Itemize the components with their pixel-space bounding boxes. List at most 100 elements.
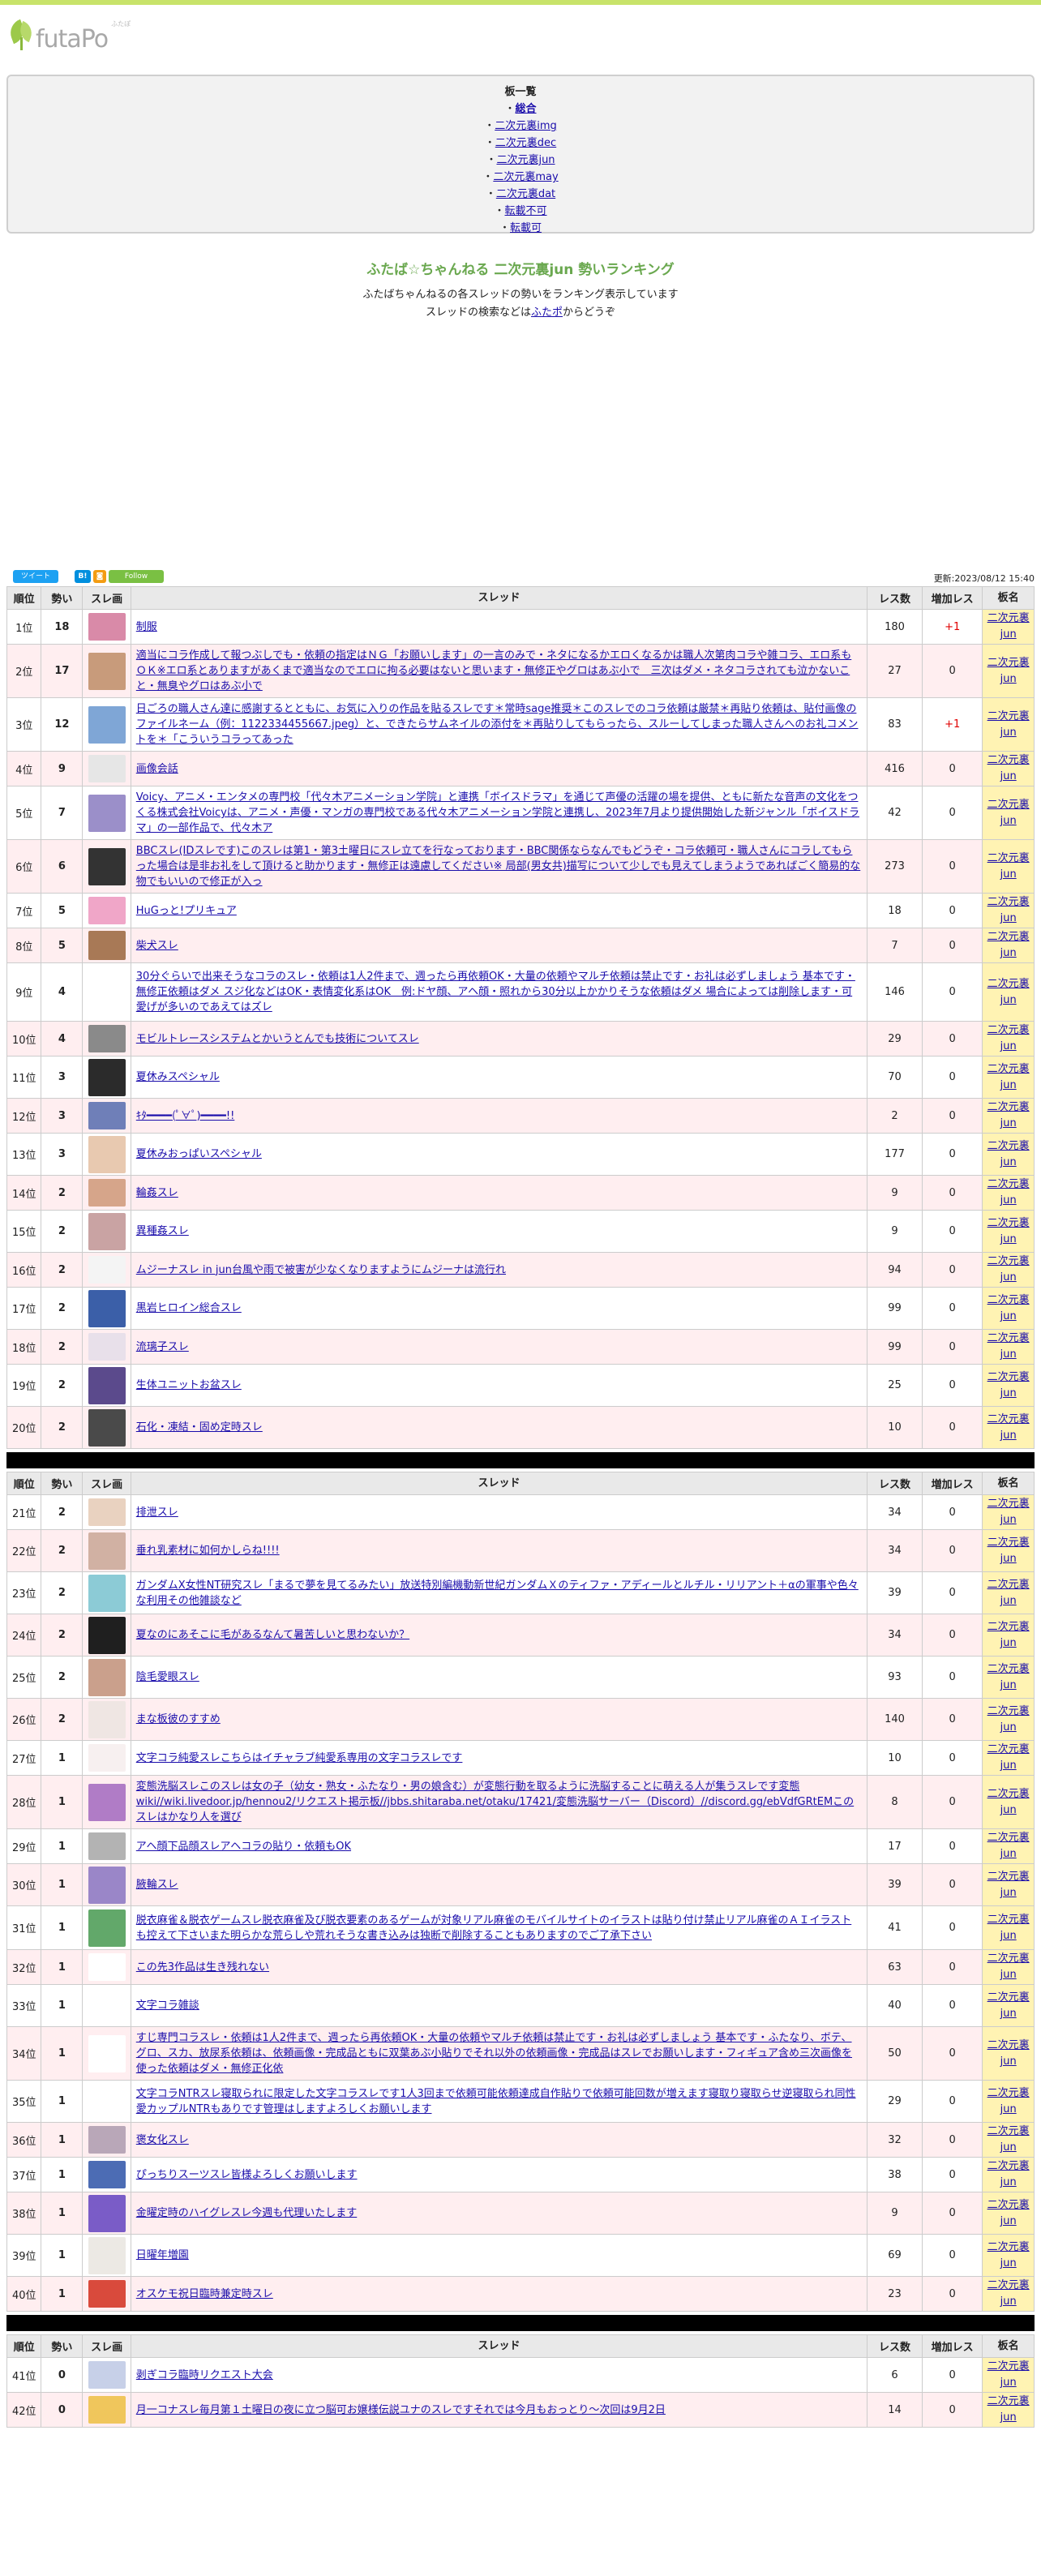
thread-thumbnail[interactable] xyxy=(88,2280,126,2308)
board-name-link[interactable]: 二次元裏jun xyxy=(987,1332,1030,1361)
thread-thumbnail[interactable] xyxy=(88,652,126,690)
board-name-link[interactable]: 二次元裏jun xyxy=(987,799,1030,827)
thread-thumbnail[interactable] xyxy=(88,613,126,641)
thread-link[interactable]: 月一コナスレ毎月第１土曜日の夜に立つ脳可お嬢様伝説ユナのスレですそれでは今月もお… xyxy=(136,2404,666,2416)
thread-link[interactable]: 腋輪スレ xyxy=(136,1879,178,1891)
thread-thumbnail[interactable] xyxy=(88,897,126,924)
thread-link[interactable]: この先3作品は生き残れない xyxy=(136,1961,269,1974)
board-name-link[interactable]: 二次元裏jun xyxy=(987,978,1030,1006)
thread-thumbnail[interactable] xyxy=(88,973,126,1011)
thread-thumbnail[interactable] xyxy=(88,1909,126,1947)
board-link-sogo[interactable]: 総合 xyxy=(516,103,537,115)
thread-link[interactable]: オスケモ祝日臨時兼定時スレ xyxy=(136,2288,273,2300)
thread-thumbnail[interactable] xyxy=(88,1408,126,1447)
board-link-may[interactable]: 二次元裏may xyxy=(493,171,558,183)
thread-thumbnail[interactable] xyxy=(88,1102,126,1129)
board-name-link[interactable]: 二次元裏jun xyxy=(987,1621,1030,1649)
thread-thumbnail[interactable] xyxy=(88,1866,126,1904)
board-name-link[interactable]: 二次元裏jun xyxy=(987,931,1030,959)
thread-link[interactable]: 生体ユニットお盆スレ xyxy=(136,1379,242,1391)
thread-thumbnail[interactable] xyxy=(88,705,126,744)
board-name-link[interactable]: 二次元裏jun xyxy=(987,754,1030,782)
board-name-link[interactable]: 二次元裏jun xyxy=(987,1537,1030,1565)
thread-link[interactable]: モビルトレースシステムとかいうとんでも技術についてスレ xyxy=(136,1033,419,1045)
thread-thumbnail[interactable] xyxy=(88,2361,126,2389)
thread-link[interactable]: まな板彼のすすめ xyxy=(136,1713,221,1725)
thread-thumbnail[interactable] xyxy=(88,931,126,960)
thread-thumbnail[interactable] xyxy=(88,794,126,832)
thread-link[interactable]: 陰毛愛眼スレ xyxy=(136,1671,199,1683)
thread-thumbnail[interactable] xyxy=(88,1987,126,2025)
board-name-link[interactable]: 二次元裏jun xyxy=(987,2395,1030,2424)
thread-thumbnail[interactable] xyxy=(88,1616,126,1654)
thread-link[interactable]: ムジーナスレ in jun台風や雨で被害が少なくなりますようにムジーナは流行れ xyxy=(136,1264,506,1276)
board-name-link[interactable]: 二次元裏jun xyxy=(987,1991,1030,2020)
tweet-button[interactable]: ツイート xyxy=(13,570,58,583)
hatena-bookmark-button[interactable]: B! xyxy=(75,570,91,583)
thread-link[interactable]: ガンダムX女性NT研究スレ「まるで夢を見てるみたい」放送特別編機動新世紀ガンダム… xyxy=(136,1579,859,1607)
board-name-link[interactable]: 二次元裏jun xyxy=(987,1255,1030,1284)
futapo-link[interactable]: ふたポ xyxy=(531,306,563,319)
thread-thumbnail[interactable] xyxy=(88,2082,126,2120)
thread-thumbnail[interactable] xyxy=(88,1832,126,1860)
thread-thumbnail[interactable] xyxy=(88,1333,126,1361)
thread-thumbnail[interactable] xyxy=(88,2126,126,2154)
board-name-link[interactable]: 二次元裏jun xyxy=(987,2279,1030,2308)
thread-link[interactable]: 日曜年増園 xyxy=(136,2249,189,2261)
thread-thumbnail[interactable] xyxy=(88,1058,126,1096)
follow-button[interactable]: Follow xyxy=(109,570,164,583)
thread-link[interactable]: 石化・凍結・固め定時スレ xyxy=(136,1421,263,1434)
thread-thumbnail[interactable] xyxy=(88,755,126,782)
board-link-jun[interactable]: 二次元裏jun xyxy=(496,154,555,166)
thread-thumbnail[interactable] xyxy=(88,1953,126,1981)
thread-link[interactable]: 垂れ乳素材に如何かしらね!!!! xyxy=(136,1545,280,1557)
thread-link[interactable]: 異種姦スレ xyxy=(136,1225,189,1237)
thread-link[interactable]: BBCスレ(IDスレです)このスレは第1・第3土曜日にスレ立てを行なっております… xyxy=(136,845,860,888)
thread-thumbnail[interactable] xyxy=(88,1135,126,1173)
board-name-link[interactable]: 二次元裏jun xyxy=(987,1663,1030,1691)
thread-link[interactable]: ぴっちりスーツスレ皆様よろしくお願いします xyxy=(136,2169,358,2181)
thread-thumbnail[interactable] xyxy=(88,1256,126,1284)
board-name-link[interactable]: 二次元裏jun xyxy=(987,2199,1030,2227)
board-name-link[interactable]: 二次元裏jun xyxy=(987,612,1030,641)
board-name-link[interactable]: 二次元裏jun xyxy=(987,1063,1030,1091)
thread-link[interactable]: ｷﾀ━━━━(ﾟ∀ﾟ)━━━━!! xyxy=(136,1110,235,1122)
thread-link[interactable]: 夏休みおっぱいスペシャル xyxy=(136,1148,262,1160)
thread-thumbnail[interactable] xyxy=(88,2161,126,2188)
thread-link[interactable]: 文字コラNTRスレ寝取られに限定した文字コラスレです1人3回まで依頼可能依頼達成… xyxy=(136,2088,856,2115)
board-name-link[interactable]: 二次元裏jun xyxy=(987,2160,1030,2188)
thread-thumbnail[interactable] xyxy=(88,1366,126,1404)
thread-link[interactable]: 黒岩ヒロイン総合スレ xyxy=(136,1302,242,1314)
thread-link[interactable]: 柴犬スレ xyxy=(136,940,178,952)
thread-link[interactable]: Voicy、アニメ・エンタメの専門校「代々木アニメーション学院」と連携「ボイスド… xyxy=(136,791,859,834)
board-name-link[interactable]: 二次元裏jun xyxy=(987,1952,1030,1981)
board-link-repost-ok[interactable]: 転載可 xyxy=(510,222,542,234)
thread-link[interactable]: 褒女化スレ xyxy=(136,2134,189,2146)
thread-thumbnail[interactable] xyxy=(88,1744,126,1772)
thread-link[interactable]: 変態洗脳スレこのスレは女の子（幼女・熟女・ふたなり・男の娘含む）が変態行動を取る… xyxy=(136,1781,854,1824)
thread-thumbnail[interactable] xyxy=(88,2396,126,2424)
thread-link[interactable]: 排泄スレ xyxy=(136,1507,178,1519)
thread-thumbnail[interactable] xyxy=(88,1783,126,1821)
thread-link[interactable]: 30分ぐらいで出来そうなコラのスレ・依頼は1人2件まで、週ったら再依頼OK・大量… xyxy=(136,971,855,1014)
thread-link[interactable]: 文字コラ雑談 xyxy=(136,2000,199,2012)
thread-thumbnail[interactable] xyxy=(88,2194,126,2232)
board-name-link[interactable]: 二次元裏jun xyxy=(987,1413,1030,1442)
thread-link[interactable]: 剥ぎコラ臨時リクエスト大会 xyxy=(136,2369,273,2381)
thread-thumbnail[interactable] xyxy=(88,1025,126,1052)
board-name-link[interactable]: 二次元裏jun xyxy=(987,1914,1030,1942)
thread-link[interactable]: すじ専門コラスレ・依頼は1人2件まで、週ったら再依頼OK・大量の依頼やマルチ依頼… xyxy=(136,2032,852,2075)
thread-link[interactable]: 夏なのにあそこに毛があるなんて暑苦しいと思わないか？ xyxy=(136,1629,409,1641)
board-name-link[interactable]: 二次元裏jun xyxy=(987,896,1030,924)
thread-thumbnail[interactable] xyxy=(88,1700,126,1738)
board-name-link[interactable]: 二次元裏jun xyxy=(987,2039,1030,2068)
board-name-link[interactable]: 二次元裏jun xyxy=(987,2241,1030,2270)
board-name-link[interactable]: 二次元裏jun xyxy=(987,1498,1030,1526)
thread-link[interactable]: 制服 xyxy=(136,621,157,633)
thread-thumbnail[interactable] xyxy=(88,1289,126,1327)
board-name-link[interactable]: 二次元裏jun xyxy=(987,1217,1030,1245)
thread-link[interactable]: HuGっと!プリキュア xyxy=(136,905,237,917)
board-name-link[interactable]: 二次元裏jun xyxy=(987,2360,1030,2389)
board-name-link[interactable]: 二次元裏jun xyxy=(987,1743,1030,1772)
thread-link[interactable]: 適当にコラ作成して報つぶしでも・依頼の指定はＮＧ「お願いします」の一言のみで・ネ… xyxy=(136,649,851,692)
